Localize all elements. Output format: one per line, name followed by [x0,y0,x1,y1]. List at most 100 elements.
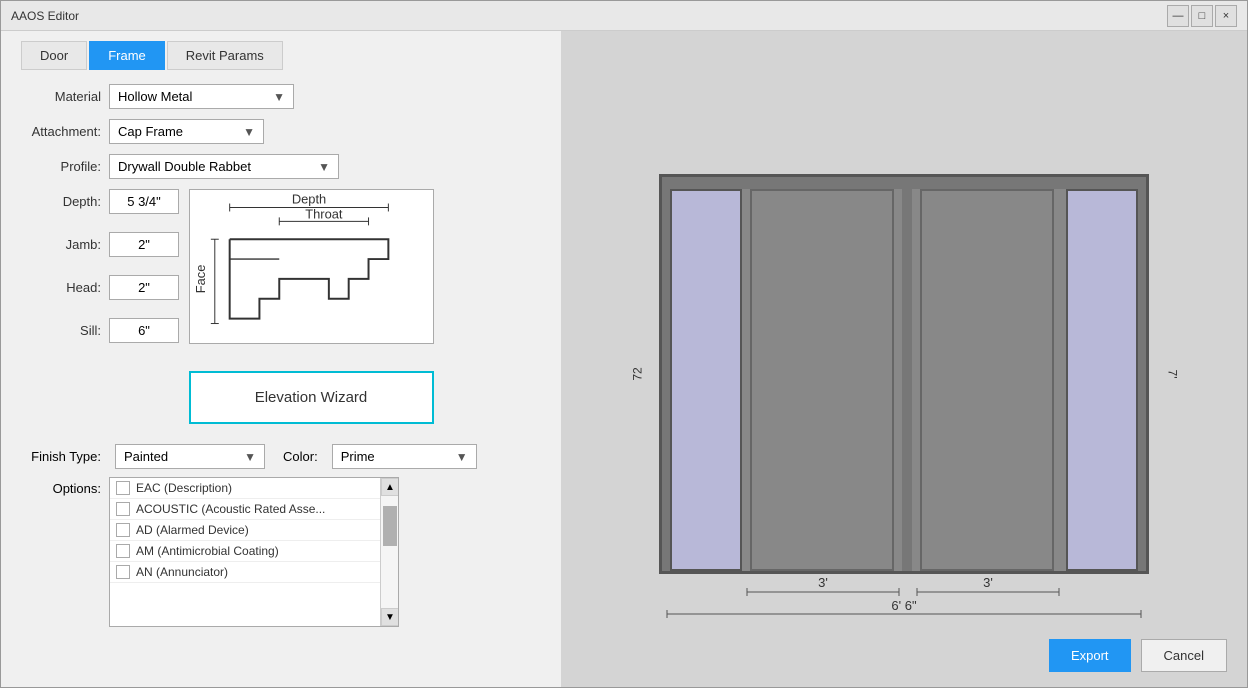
profile-select[interactable]: Drywall Double Rabbet ▼ [109,154,339,179]
options-scrollbar[interactable]: ▲ ▼ [380,478,398,626]
attachment-row: Attachment: Cap Frame ▼ [21,119,541,144]
attachment-label: Attachment: [21,124,101,139]
option-checkbox-am[interactable] [116,544,130,558]
sill-row: Sill: [21,318,179,343]
options-list: EAC (Description) ACOUSTIC (Acoustic Rat… [110,478,380,626]
depth-label: Depth: [21,194,101,209]
elevation-view-container: 72 [659,174,1149,574]
scroll-thumb[interactable] [383,506,397,546]
close-button[interactable]: × [1215,5,1237,27]
option-text-an: AN (Annunciator) [136,565,228,579]
option-checkbox-acoustic[interactable] [116,502,130,516]
attachment-arrow-icon: ▼ [243,125,255,139]
minimize-button[interactable]: — [1167,5,1189,27]
material-arrow-icon: ▼ [273,90,285,104]
options-list-container: EAC (Description) ACOUSTIC (Acoustic Rat… [109,477,399,627]
color-label: Color: [283,449,318,464]
profile-svg: Depth Throat Face [190,189,433,344]
frame-right [1138,189,1146,571]
dim-72-label: 72 [631,367,645,380]
option-text-acoustic: ACOUSTIC (Acoustic Rated Asse... [136,502,325,516]
door-mullion [902,189,912,571]
option-text-eac: EAC (Description) [136,481,232,495]
sill-label: Sill: [21,323,101,338]
svg-text:Face: Face [193,265,208,294]
option-checkbox-eac[interactable] [116,481,130,495]
maximize-button[interactable]: □ [1191,5,1213,27]
right-panel: 72 [561,31,1247,687]
finish-type-arrow-icon: ▼ [244,450,256,464]
export-button[interactable]: Export [1049,639,1131,672]
sidelight-right [1066,189,1138,571]
option-checkbox-ad[interactable] [116,523,130,537]
options-label: Options: [21,477,101,496]
option-item-am[interactable]: AM (Antimicrobial Coating) [110,541,380,562]
dim-7-label: 7' [1166,370,1180,379]
option-item-acoustic[interactable]: ACOUSTIC (Acoustic Rated Asse... [110,499,380,520]
jamb-input[interactable] [109,232,179,257]
profile-arrow-icon: ▼ [318,160,330,174]
material-value: Hollow Metal [118,89,192,104]
left-panel: Door Frame Revit Params Material Hollow … [1,31,561,687]
svg-text:Depth: Depth [292,192,326,207]
finish-type-value: Painted [124,449,168,464]
tab-frame[interactable]: Frame [89,41,165,70]
option-checkbox-an[interactable] [116,565,130,579]
door-frame-outer [659,174,1149,574]
svg-text:3': 3' [818,575,828,590]
sidelight-left [670,189,742,571]
jamb-label: Jamb: [21,237,101,252]
head-row: Head: [21,275,179,300]
vertical-dim-container: 72 [631,174,644,574]
door-panel-right [920,189,1054,571]
tab-bar: Door Frame Revit Params [21,41,541,70]
right-dim-container: 7' [1168,174,1177,574]
finish-row: Finish Type: Painted ▼ Color: Prime ▼ [21,444,541,469]
profile-label: Profile: [21,159,101,174]
jamb-row: Jamb: [21,232,179,257]
attachment-select[interactable]: Cap Frame ▼ [109,119,264,144]
profile-row: Profile: Drywall Double Rabbet ▼ [21,154,541,179]
finish-type-label: Finish Type: [21,449,101,464]
attachment-value: Cap Frame [118,124,183,139]
main-window: AAOS Editor — □ × Door Frame Revit Param… [0,0,1248,688]
scroll-down-button[interactable]: ▼ [381,608,399,626]
material-row: Material Hollow Metal ▼ [21,84,541,109]
svg-text:Throat: Throat [305,206,343,221]
tab-revit-params[interactable]: Revit Params [167,41,283,70]
head-input[interactable] [109,275,179,300]
frame-top [662,177,1146,189]
color-arrow-icon: ▼ [456,450,468,464]
svg-text:6' 6": 6' 6" [891,598,917,613]
material-label: Material [21,89,101,104]
profile-value: Drywall Double Rabbet [118,159,251,174]
frame-left [662,189,670,571]
options-row: Options: EAC (Description) ACOUSTIC (Aco… [21,477,541,627]
depth-input[interactable] [109,189,179,214]
scroll-track [381,496,398,608]
color-select[interactable]: Prime ▼ [332,444,477,469]
scroll-up-button[interactable]: ▲ [381,478,399,496]
option-text-ad: AD (Alarmed Device) [136,523,249,537]
svg-text:3': 3' [983,575,993,590]
buttons-row: Export Cancel [1049,639,1227,672]
title-bar: AAOS Editor — □ × [1,1,1247,31]
depth-row: Depth: [21,189,179,214]
finish-type-select[interactable]: Painted ▼ [115,444,265,469]
profile-diagram: Depth Throat Face [189,189,434,344]
elevation-wizard-button[interactable]: Elevation Wizard [189,371,434,424]
option-item-an[interactable]: AN (Annunciator) [110,562,380,583]
door-frame-wrapper: 3' 3' 6' 6" [659,174,1149,574]
tab-door[interactable]: Door [21,41,87,70]
sill-input[interactable] [109,318,179,343]
option-item-ad[interactable]: AD (Alarmed Device) [110,520,380,541]
material-select[interactable]: Hollow Metal ▼ [109,84,294,109]
option-item-eac[interactable]: EAC (Description) [110,478,380,499]
title-bar-buttons: — □ × [1167,5,1237,27]
dimension-fields: Depth: Jamb: Head: Sill: [21,189,179,353]
option-text-am: AM (Antimicrobial Coating) [136,544,279,558]
content-area: Door Frame Revit Params Material Hollow … [1,31,1247,687]
dimension-lines-svg: 3' 3' 6' 6" [659,574,1149,634]
window-title: AAOS Editor [11,9,1167,23]
cancel-button[interactable]: Cancel [1141,639,1227,672]
